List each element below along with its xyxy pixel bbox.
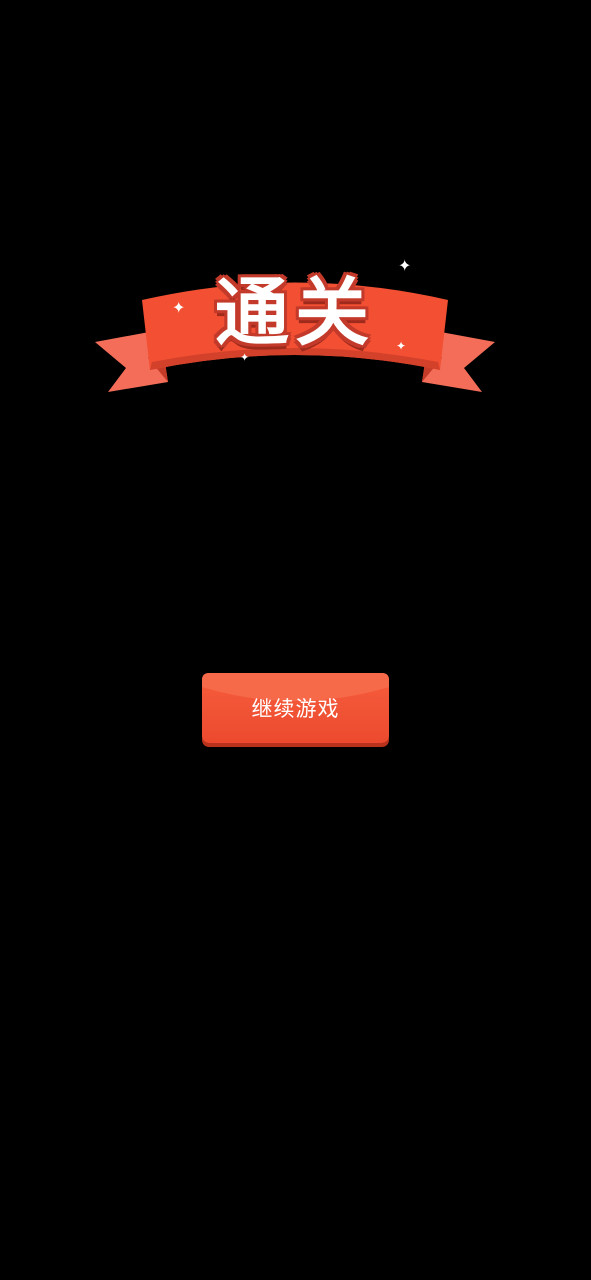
- continue-button-label: 继续游戏: [251, 697, 340, 721]
- continue-game-button[interactable]: 继续游戏: [202, 673, 389, 743]
- sparkle-icon: ✦: [240, 351, 250, 364]
- level-complete-banner: 通关 ✦ ✦ ✦ ✦: [90, 250, 500, 400]
- sparkle-icon: ✦: [398, 256, 412, 275]
- sparkle-icon: ✦: [172, 298, 186, 317]
- sparkle-icon: ✦: [396, 339, 407, 353]
- banner-title: 通关: [215, 270, 375, 356]
